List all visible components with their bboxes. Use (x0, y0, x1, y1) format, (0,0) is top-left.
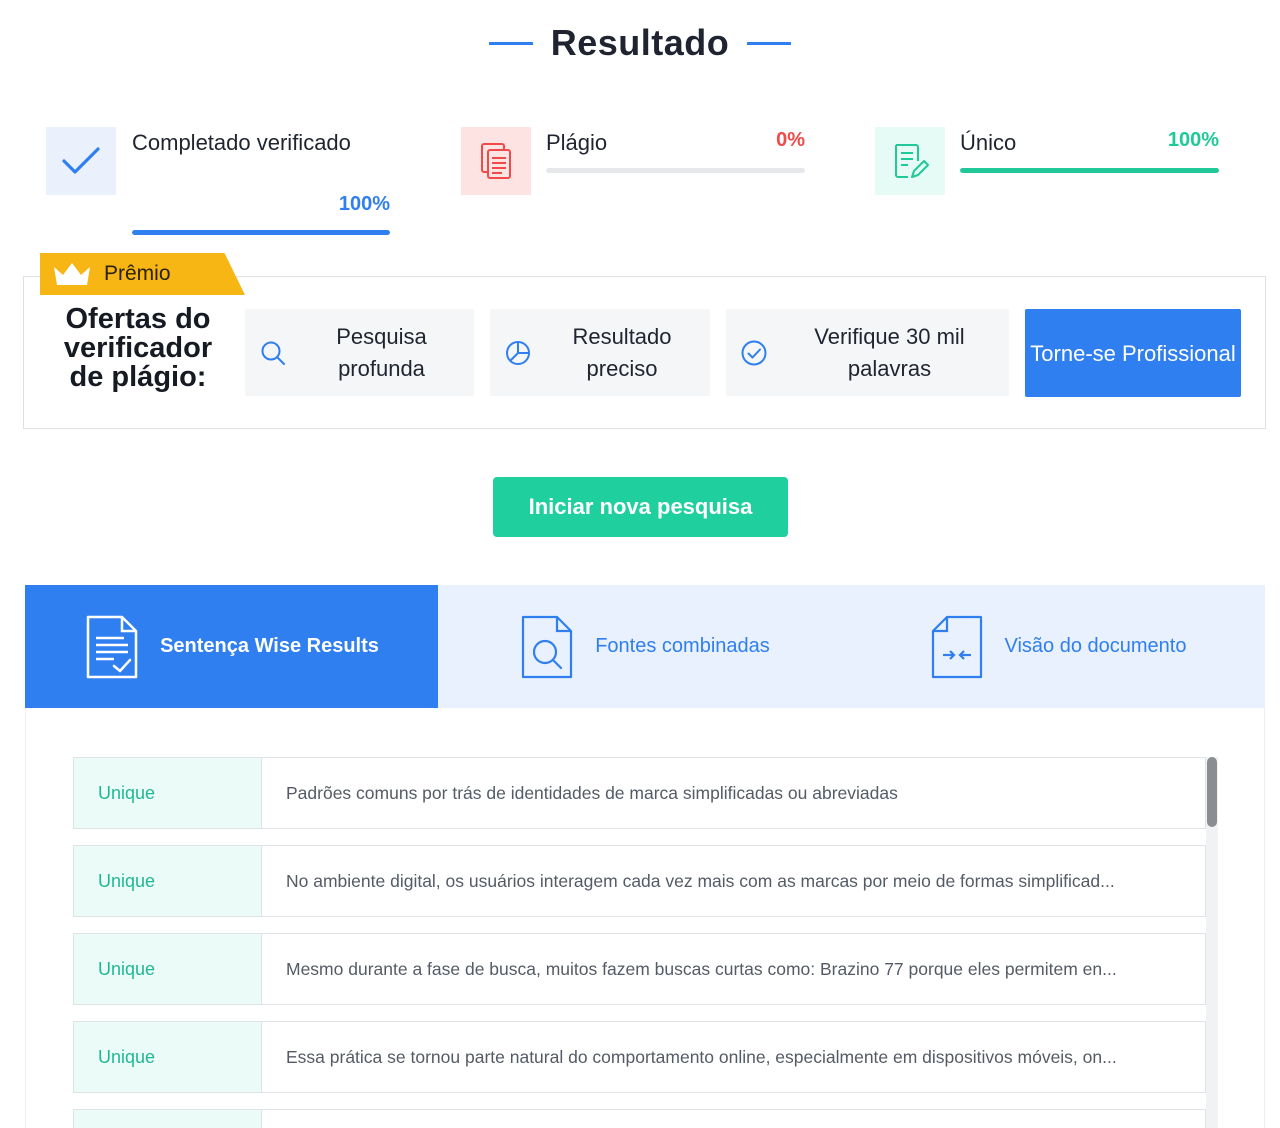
table-row[interactable]: Unique Mesmo durante a fase de busca, mu… (73, 933, 1206, 1005)
stat-plagiarism-bar (546, 168, 805, 173)
sentence-text (262, 1110, 1205, 1128)
table-row-partial[interactable] (73, 1109, 1206, 1128)
status-badge: Unique (74, 934, 262, 1004)
document-search-icon (519, 614, 575, 680)
title-line-right (747, 41, 792, 45)
stat-completed-bar (132, 230, 390, 235)
status-badge: Unique (74, 758, 262, 828)
crown-icon (52, 261, 92, 287)
sentence-text: Padrões comuns por trás de identidades d… (286, 782, 898, 803)
scrollbar-thumb[interactable] (1207, 757, 1217, 827)
search-icon (245, 339, 301, 367)
tab-combined-sources-label: Fontes combinadas (595, 635, 770, 657)
tab-sentence-wise-results-label: Sentença Wise Results (160, 635, 379, 657)
feature-check-words-label: Verifique 30 mil palavras (814, 323, 965, 381)
stat-completed-value: 100% (338, 193, 390, 215)
results-scrollbar[interactable] (1206, 757, 1218, 1128)
feature-deep-search: Pesquisa profunda (245, 309, 474, 396)
sentence-text: No ambiente digital, os usuários interag… (286, 870, 1115, 891)
sentence-text: Mesmo durante a fase de busca, muitos fa… (286, 958, 1117, 979)
status-badge: Unique (74, 846, 262, 916)
premium-tag-label: Prêmio (104, 262, 171, 285)
tab-combined-sources[interactable]: Fontes combinadas (438, 585, 851, 708)
results-tabs: Sentença Wise Results Fontes combinadas … (25, 585, 1265, 708)
title-line-left (488, 41, 533, 45)
stat-unique-bar (960, 168, 1219, 173)
status-badge: Unique (74, 1022, 262, 1092)
document-check-icon (84, 614, 140, 680)
stat-completed-label: Completado verificado (132, 130, 351, 155)
stat-plagiarism-label: Plágio (546, 130, 608, 155)
stat-unique-value: 100% (1167, 129, 1219, 151)
sentence-text: Essa prática se tornou parte natural do … (286, 1046, 1117, 1067)
tab-document-view[interactable]: Visão do documento (851, 585, 1264, 708)
result-header: Resultado (0, 18, 1280, 68)
stat-completed: Completado verificado 100% (46, 127, 396, 239)
stat-unique: Único 100% (875, 127, 1225, 207)
stat-unique-label: Único (960, 130, 1017, 155)
stat-plagiarism: Plágio 0% (461, 127, 811, 207)
document-copy-icon (461, 127, 531, 195)
table-row[interactable]: Unique Padrões comuns por trás de identi… (73, 757, 1206, 829)
stat-plagiarism-value: 0% (776, 129, 805, 151)
stat-unique-bar-fill (960, 168, 1219, 173)
status-badge (74, 1110, 262, 1128)
pie-chart-icon (490, 339, 546, 367)
results-list: Unique Padrões comuns por trás de identi… (25, 708, 1265, 1128)
table-row[interactable]: Unique Essa prática se tornou parte natu… (73, 1021, 1206, 1093)
premium-tag: Prêmio (40, 253, 245, 295)
tab-document-view-label: Visão do documento (1004, 635, 1187, 657)
feature-deep-search-label: Pesquisa profunda (336, 323, 427, 381)
checkmark-icon (46, 127, 116, 195)
document-compare-icon (929, 614, 985, 680)
table-row[interactable]: Unique No ambiente digital, os usuários … (73, 845, 1206, 917)
page-title: Resultado (550, 22, 730, 63)
tab-sentence-wise-results[interactable]: Sentença Wise Results (25, 585, 438, 708)
check-circle-icon (726, 339, 782, 367)
edit-document-icon (875, 127, 945, 195)
feature-accurate-result-label: Resultado preciso (572, 323, 672, 381)
become-pro-button[interactable]: Torne-se Profissional (1025, 309, 1241, 397)
feature-check-words: Verifique 30 mil palavras (726, 309, 1009, 396)
feature-accurate-result: Resultado preciso (490, 309, 710, 396)
new-search-button[interactable]: Iniciar nova pesquisa (493, 477, 788, 537)
stat-completed-bar-fill (132, 230, 390, 235)
offers-title: Ofertas do verificador de plágio: (63, 303, 213, 393)
